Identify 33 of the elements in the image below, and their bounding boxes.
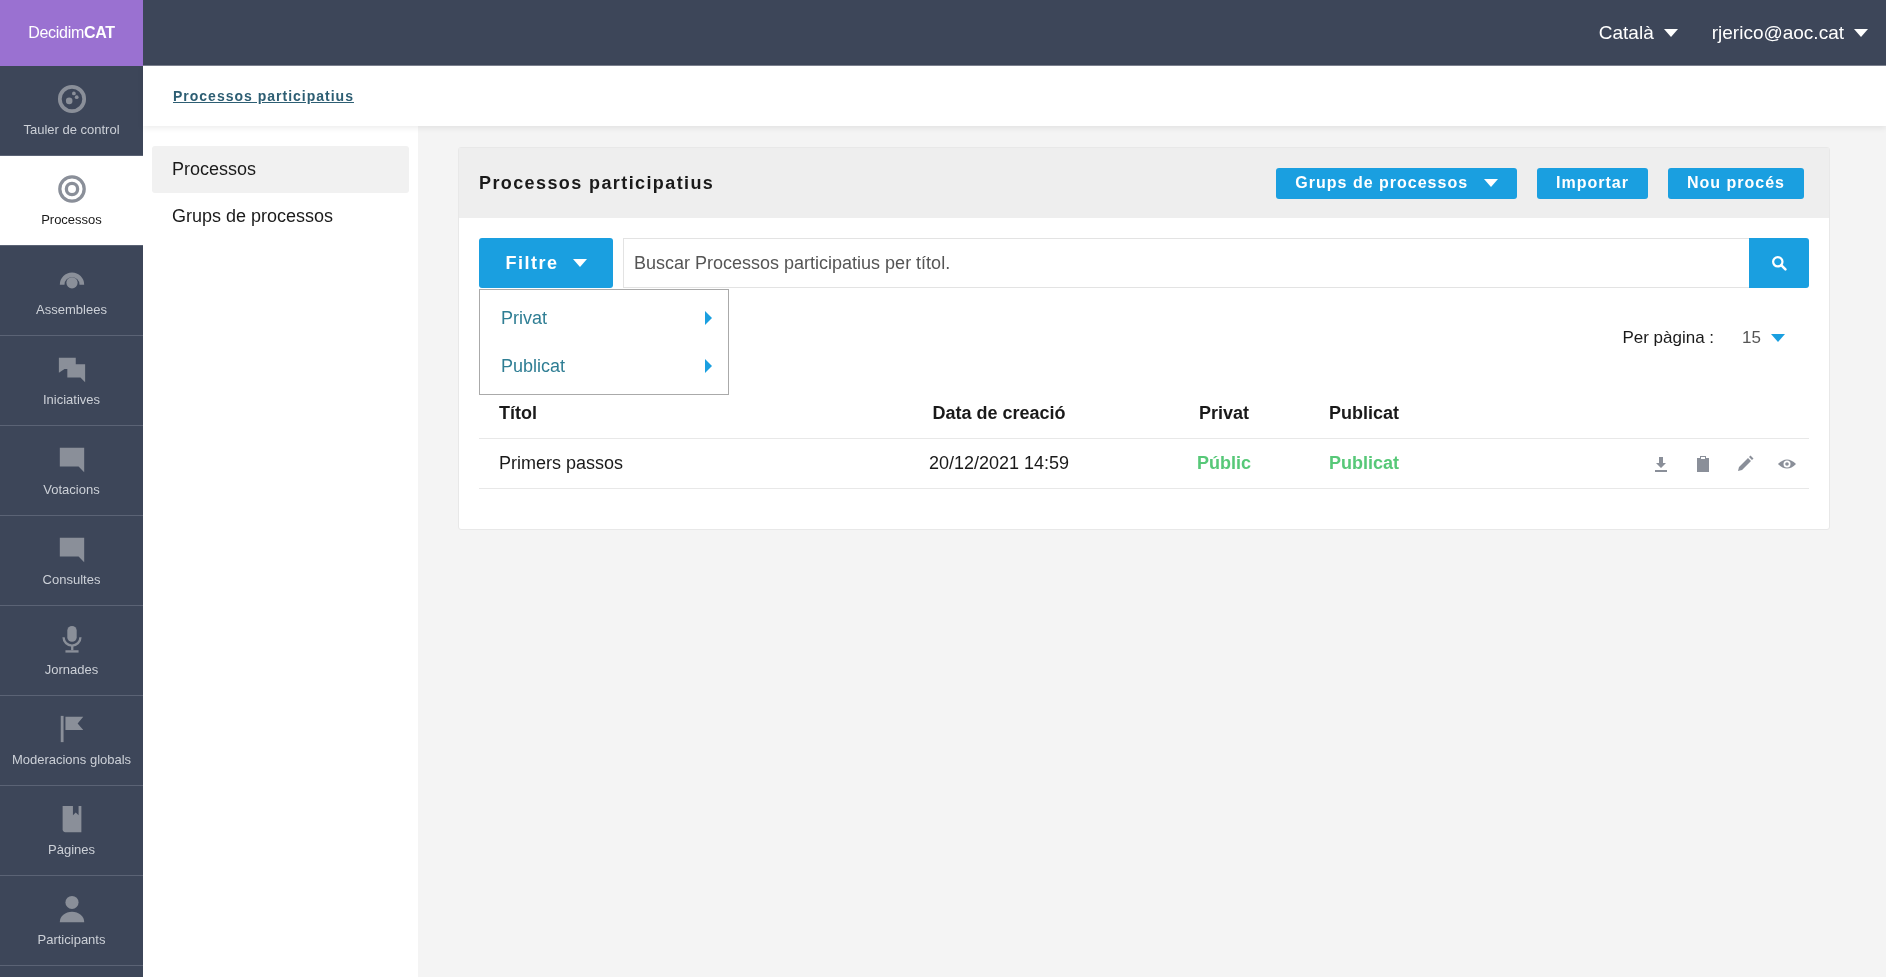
brand-logo[interactable]: DecidimCAT (0, 0, 143, 66)
column-header: Títol (479, 403, 879, 439)
column-header: Privat (1119, 403, 1329, 439)
filter-menu-item[interactable]: Publicat (480, 342, 728, 390)
caret-icon (1854, 28, 1868, 37)
search-field[interactable]: Buscar Processos participatius per títol. (623, 238, 1749, 288)
breadcrumb-link[interactable]: Processos participatius (173, 88, 354, 104)
pencil-icon[interactable] (1735, 453, 1755, 474)
user-menu[interactable]: rjerico@aoc.cat (1711, 21, 1868, 44)
filter-menu-item[interactable]: Privat (480, 294, 728, 342)
secondary-nav-item[interactable]: Grups de processos (152, 193, 409, 240)
caret-icon (705, 359, 712, 373)
language-menu[interactable]: Català (1598, 21, 1678, 44)
caret-icon (705, 311, 712, 325)
table-cell: Públic (1197, 453, 1251, 473)
card-title: Processos participatius (479, 172, 715, 194)
dashboard-icon (56, 84, 87, 114)
per-page-select[interactable]: 15 (1742, 328, 1785, 348)
caret-icon (1771, 334, 1785, 342)
column-header: Data de creació (879, 403, 1119, 439)
secondary-nav-item[interactable]: Processos (152, 146, 409, 193)
caret-icon (1663, 28, 1678, 37)
sidebar-item[interactable]: Processos (0, 156, 143, 246)
caret-icon (1484, 179, 1499, 187)
per-page-label: Per pàgina : (1622, 328, 1715, 348)
search-button[interactable] (1749, 238, 1809, 288)
target-icon (56, 174, 87, 204)
table-cell: Primers passos (499, 453, 624, 473)
table-cell: 20/12/2021 14:59 (928, 453, 1070, 473)
column-header: Publicat (1329, 403, 1469, 439)
search-icon (1770, 254, 1788, 272)
caret-icon (572, 259, 587, 267)
table-cell: Publicat (1329, 453, 1399, 473)
